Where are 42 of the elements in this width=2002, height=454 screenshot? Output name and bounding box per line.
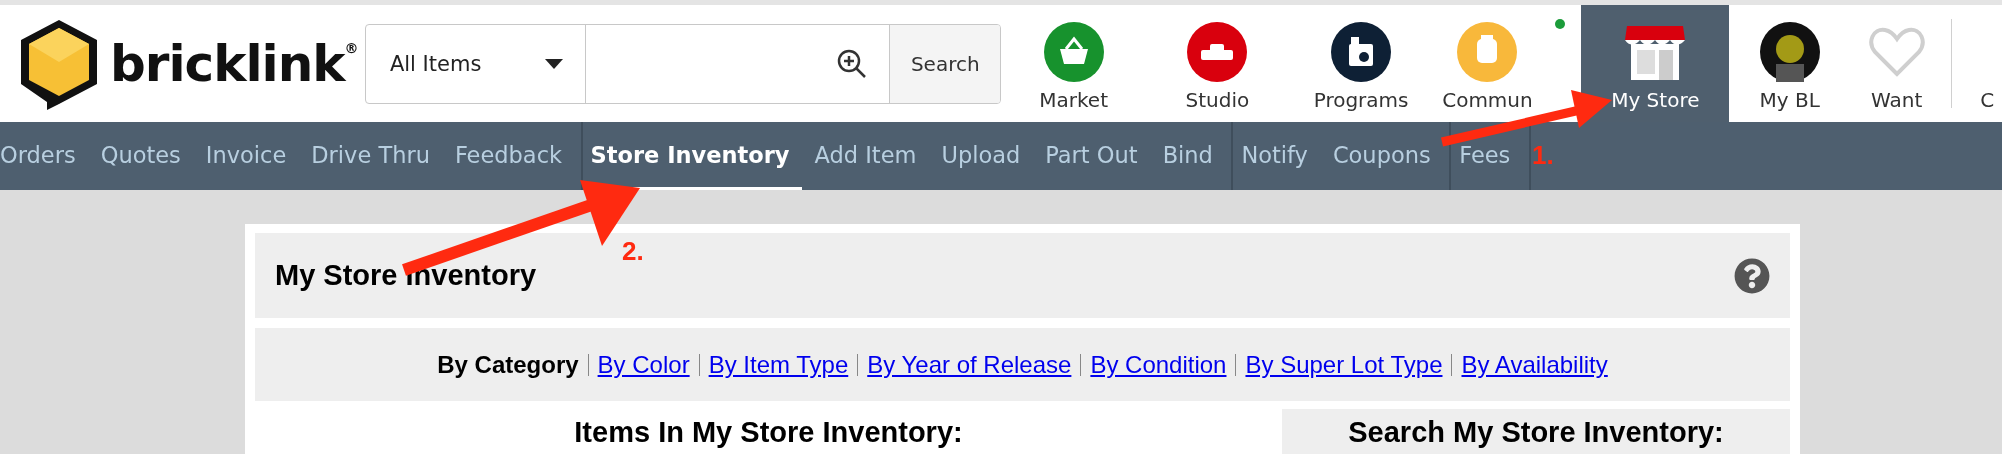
view-link[interactable]: By Condition bbox=[1090, 350, 1227, 379]
search-button[interactable]: Search bbox=[890, 24, 1001, 103]
subnav-link[interactable]: Fees bbox=[1459, 122, 1523, 190]
subnav-link[interactable]: Coupons bbox=[1320, 122, 1444, 190]
camera-icon bbox=[1331, 22, 1392, 82]
subnav-link[interactable]: Bind bbox=[1150, 122, 1226, 190]
nav-tab[interactable]: Market bbox=[1001, 5, 1146, 122]
category-dropdown[interactable]: All Items bbox=[365, 24, 586, 103]
nav-tab[interactable]: My Store bbox=[1581, 5, 1730, 122]
subnav-link[interactable]: Drive Thru bbox=[298, 122, 443, 190]
subnav-link[interactable]: Quotes bbox=[88, 122, 194, 190]
nav-tab[interactable]: Commun bbox=[1433, 5, 1582, 122]
view-link[interactable]: By Year of Release bbox=[867, 350, 1072, 379]
subnav-link[interactable]: Orders bbox=[0, 122, 89, 190]
nav-tab[interactable]: Studio bbox=[1146, 5, 1289, 122]
view-link[interactable]: By Item Type bbox=[708, 350, 849, 379]
nav-tab[interactable]: Programs bbox=[1288, 5, 1434, 122]
nav-tab[interactable]: C bbox=[1972, 5, 2002, 122]
subnav-link[interactable]: Part Out bbox=[1032, 122, 1151, 190]
subnav-link[interactable]: Invoice bbox=[193, 122, 299, 190]
view-link[interactable]: By Availability bbox=[1461, 350, 1608, 379]
caret-icon bbox=[544, 58, 563, 69]
nav-tab[interactable]: Want bbox=[1850, 5, 1944, 122]
subnav-link[interactable]: Upload bbox=[928, 122, 1033, 190]
subnav-link[interactable]: Add Item bbox=[802, 122, 929, 190]
minifig-head-icon bbox=[1457, 22, 1518, 82]
logo-text: bricklink$^{®}$ bbox=[110, 34, 358, 93]
section-heading: Search My Store Inventory: bbox=[1348, 417, 1724, 450]
annotation-label: 2. bbox=[622, 236, 644, 267]
subnav-link[interactable]: Feedback bbox=[442, 122, 575, 190]
annotation-label: 1. bbox=[1532, 140, 1554, 171]
brick-icon bbox=[1187, 22, 1248, 82]
nav-tab[interactable]: My BL bbox=[1729, 5, 1851, 122]
view-link[interactable]: By Category bbox=[437, 350, 579, 379]
zoom-in-icon bbox=[837, 48, 868, 79]
help-icon[interactable] bbox=[1734, 257, 1770, 294]
avatar-icon bbox=[1759, 22, 1820, 82]
basket-icon bbox=[1043, 22, 1104, 82]
subnav-link[interactable]: Notify bbox=[1241, 122, 1321, 190]
section-heading: Items In My Store Inventory: bbox=[574, 417, 963, 450]
view-link[interactable]: By Color bbox=[597, 350, 690, 379]
view-link[interactable]: By Super Lot Type bbox=[1245, 350, 1443, 379]
